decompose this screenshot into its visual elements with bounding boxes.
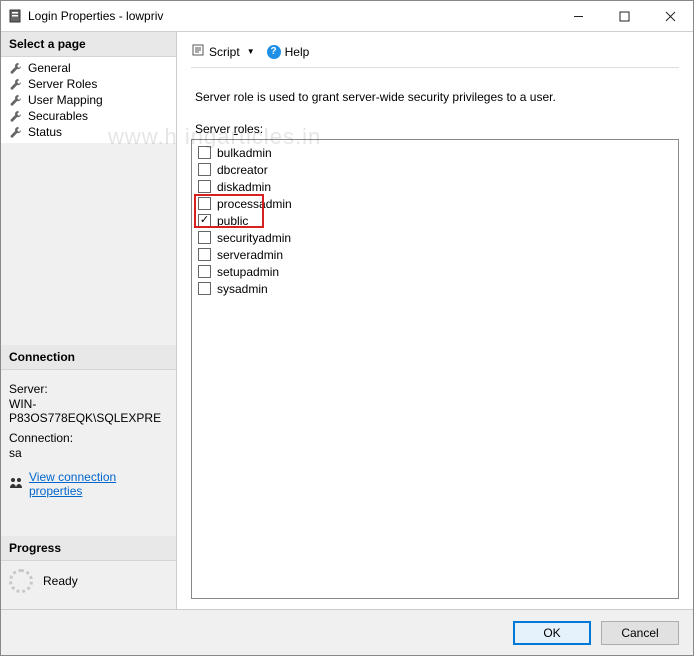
sidebar-page-item[interactable]: Server Roles	[1, 76, 176, 92]
page-item-label: User Mapping	[28, 93, 103, 107]
page-item-label: Securables	[28, 109, 88, 123]
role-item[interactable]: sysadmin	[198, 280, 672, 297]
maximize-button[interactable]	[601, 1, 647, 31]
server-label: Server:	[9, 382, 168, 396]
page-item-label: Status	[28, 125, 62, 139]
role-item[interactable]: securityadmin	[198, 229, 672, 246]
window-controls	[555, 1, 693, 31]
role-item[interactable]: dbcreator	[198, 161, 672, 178]
progress-block: Ready	[1, 561, 176, 609]
dropdown-icon: ▼	[247, 47, 255, 56]
role-checkbox[interactable]	[198, 214, 211, 227]
role-checkbox[interactable]	[198, 248, 211, 261]
connection-header: Connection	[1, 345, 176, 370]
role-label: dbcreator	[217, 163, 268, 177]
sidebar: Select a page General Server Roles User Ma…	[1, 32, 177, 609]
page-item-label: Server Roles	[28, 77, 97, 91]
role-item[interactable]: setupadmin	[198, 263, 672, 280]
role-checkbox[interactable]	[198, 163, 211, 176]
wrench-icon	[9, 94, 22, 107]
sidebar-page-item[interactable]: User Mapping	[1, 92, 176, 108]
role-checkbox[interactable]	[198, 180, 211, 193]
toolbar: Script ▼ ? Help	[191, 42, 679, 68]
wrench-icon	[9, 126, 22, 139]
sidebar-page-item[interactable]: Securables	[1, 108, 176, 124]
wrench-icon	[9, 62, 22, 75]
role-label: serveradmin	[217, 248, 283, 262]
role-item[interactable]: public	[198, 212, 672, 229]
help-icon: ?	[267, 45, 281, 59]
sidebar-page-item[interactable]: General	[1, 60, 176, 76]
script-icon	[191, 43, 205, 60]
role-label: diskadmin	[217, 180, 271, 194]
ok-button[interactable]: OK	[513, 621, 591, 645]
minimize-button[interactable]	[555, 1, 601, 31]
cancel-button[interactable]: Cancel	[601, 621, 679, 645]
script-button[interactable]: Script ▼	[191, 43, 255, 60]
connection-value: sa	[9, 446, 168, 460]
description-text: Server role is used to grant server-wide…	[195, 90, 679, 104]
main-panel: Script ▼ ? Help Server role is used to g…	[177, 32, 693, 609]
role-checkbox[interactable]	[198, 282, 211, 295]
window-title: Login Properties - lowpriv	[28, 9, 163, 23]
page-item-label: General	[28, 61, 71, 75]
spinner-icon	[9, 569, 33, 593]
wrench-icon	[9, 110, 22, 123]
help-button[interactable]: ? Help	[267, 45, 310, 59]
titlebar: Login Properties - lowpriv	[1, 1, 693, 32]
role-item[interactable]: bulkadmin	[198, 144, 672, 161]
progress-header: Progress	[1, 536, 176, 561]
role-checkbox[interactable]	[198, 197, 211, 210]
sidebar-page-item[interactable]: Status	[1, 124, 176, 140]
role-label: securityadmin	[217, 231, 291, 245]
help-label: Help	[285, 45, 310, 59]
server-roles-label: Server roles:	[195, 122, 679, 136]
role-label: public	[217, 214, 248, 228]
role-label: sysadmin	[217, 282, 268, 296]
role-checkbox[interactable]	[198, 146, 211, 159]
role-checkbox[interactable]	[198, 231, 211, 244]
role-item[interactable]: processadmin	[198, 195, 672, 212]
app-icon	[9, 9, 21, 23]
connection-icon	[9, 477, 23, 492]
footer: OK Cancel	[1, 609, 693, 655]
server-roles-listbox[interactable]: bulkadmin dbcreator diskadmin processadmin p…	[191, 139, 679, 599]
wrench-icon	[9, 78, 22, 91]
role-label: bulkadmin	[217, 146, 272, 160]
server-value: WIN-P83OS778EQK\SQLEXPRE	[9, 397, 168, 425]
progress-status: Ready	[43, 574, 78, 588]
role-label: setupadmin	[217, 265, 279, 279]
role-item[interactable]: diskadmin	[198, 178, 672, 195]
connection-label: Connection:	[9, 431, 168, 445]
role-label: processadmin	[217, 197, 292, 211]
role-checkbox[interactable]	[198, 265, 211, 278]
script-label: Script	[209, 45, 240, 59]
select-page-header: Select a page	[1, 32, 176, 57]
connection-block: Server: WIN-P83OS778EQK\SQLEXPRE Connect…	[1, 370, 176, 508]
page-list: General Server Roles User Mapping Securable…	[1, 57, 176, 143]
close-button[interactable]	[647, 1, 693, 31]
view-connection-link[interactable]: View connection properties	[29, 470, 168, 498]
role-item[interactable]: serveradmin	[198, 246, 672, 263]
